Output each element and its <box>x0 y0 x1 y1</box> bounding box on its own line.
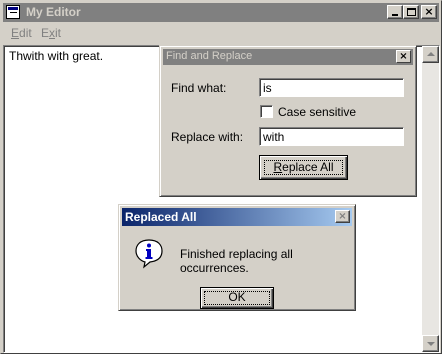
find-replace-titlebar[interactable]: Find and Replace × <box>163 49 413 65</box>
maximize-icon <box>407 8 416 16</box>
menu-exit[interactable]: Exit <box>41 26 61 40</box>
app-document-icon[interactable] <box>6 5 20 19</box>
message-box-close-button[interactable]: × <box>335 210 350 223</box>
info-icon <box>135 239 163 269</box>
replaced-all-message-box: Replaced All × Finished replacing all oc… <box>118 204 356 311</box>
find-what-input[interactable] <box>259 78 404 97</box>
replace-all-button[interactable]: Replace All <box>259 155 348 180</box>
ok-button[interactable]: OK <box>200 287 274 309</box>
vertical-scrollbar[interactable] <box>422 46 439 352</box>
menu-edit[interactable]: Edit <box>11 26 32 40</box>
editor-content[interactable]: Thwith with great. <box>9 49 103 63</box>
replace-all-mnemonic: R <box>273 160 283 174</box>
message-box-titlebar[interactable]: Replaced All × <box>122 208 352 226</box>
find-replace-close-button[interactable]: × <box>396 50 411 63</box>
menubar: Edit Exit <box>3 24 439 42</box>
case-sensitive-label[interactable]: Case sensitive <box>278 105 356 119</box>
menu-edit-mnemonic: E <box>11 26 20 40</box>
replace-all-label: eplace All <box>282 160 334 174</box>
scroll-down-button[interactable] <box>422 335 439 352</box>
menu-edit-label: dit <box>19 26 32 40</box>
close-icon: × <box>424 5 434 18</box>
menu-exit-label: it <box>55 26 62 40</box>
replace-with-label: Replace with: <box>171 130 244 144</box>
close-icon: × <box>399 51 408 62</box>
find-replace-title: Find and Replace <box>166 50 253 62</box>
message-box-title: Replaced All <box>125 210 197 224</box>
scroll-down-arrow-icon <box>427 342 435 346</box>
scroll-up-arrow-icon <box>427 52 435 56</box>
menu-exit-label-start: E <box>41 26 50 40</box>
window-title: My Editor <box>26 5 81 19</box>
ok-button-label: OK <box>228 290 246 304</box>
minimize-button[interactable] <box>387 5 403 19</box>
minimize-icon <box>392 14 398 16</box>
main-titlebar[interactable]: My Editor × <box>3 3 439 22</box>
replace-with-input[interactable] <box>259 127 404 146</box>
close-icon: × <box>338 211 347 222</box>
case-sensitive-checkbox[interactable] <box>260 105 273 118</box>
message-text: Finished replacing all occurrences. <box>180 247 293 275</box>
find-what-label: Find what: <box>171 81 227 95</box>
maximize-button[interactable] <box>403 5 419 19</box>
find-replace-dialog: Find and Replace × Find what: Case sensi… <box>159 45 417 197</box>
scroll-up-button[interactable] <box>422 46 439 63</box>
close-button[interactable]: × <box>421 5 437 19</box>
